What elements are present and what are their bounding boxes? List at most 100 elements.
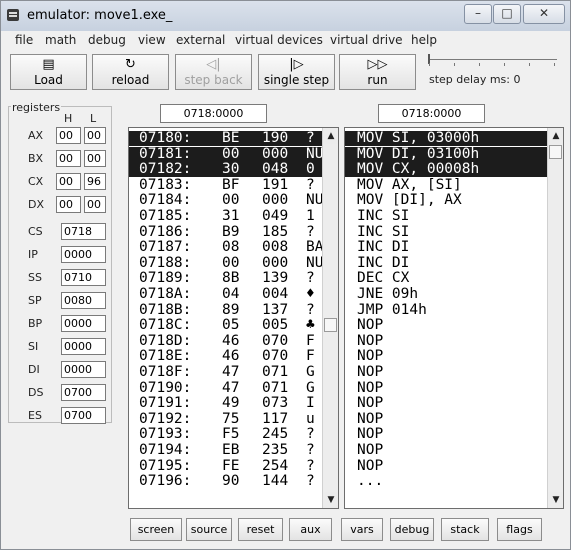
load-button[interactable]: ▤ Load xyxy=(10,54,87,90)
disassembly-row[interactable]: INC SI xyxy=(345,209,547,224)
memory-address-field[interactable]: 0718:0000 xyxy=(160,104,267,123)
disassembly-row[interactable]: NOP xyxy=(345,380,547,396)
disassembly-row[interactable]: MOV DI, 03100h xyxy=(345,146,547,162)
memory-row[interactable]: 0718B: 89 137? xyxy=(129,302,322,318)
register-ch-field[interactable]: 00 xyxy=(56,173,81,190)
step-back-button[interactable]: ◁| step back xyxy=(175,54,252,90)
memory-row[interactable]: 07181: 00 000 NU xyxy=(129,146,323,162)
vars-button[interactable]: vars xyxy=(341,518,383,541)
disassembly-row[interactable]: NOP xyxy=(345,458,547,474)
disassembly-row[interactable]: INC DI xyxy=(345,255,547,271)
disassembly-row[interactable]: MOV AX, [SI] xyxy=(345,177,547,193)
memory-row[interactable]: 07187: 08 008 BA xyxy=(129,240,323,255)
disassembly-row[interactable]: NOP xyxy=(345,349,547,364)
minimize-button[interactable]: – xyxy=(464,4,492,24)
scroll-down-arrow-icon[interactable]: ▼ xyxy=(548,492,563,508)
source-button[interactable]: source xyxy=(186,518,232,541)
menu-virtual-devices[interactable]: virtual devices xyxy=(235,33,323,47)
register-cs-field[interactable]: 0718 xyxy=(61,223,106,240)
disassembly-row[interactable]: NOP xyxy=(345,318,547,333)
reset-button[interactable]: reset xyxy=(238,518,283,541)
aux-button[interactable]: aux xyxy=(289,518,332,541)
scroll-up-arrow-icon[interactable]: ▲ xyxy=(323,128,338,144)
menu-virtual-drive[interactable]: virtual drive xyxy=(330,33,403,47)
register-ds-field[interactable]: 0700 xyxy=(61,384,106,401)
memory-row[interactable]: 0718C: 05 005 ♣ xyxy=(129,318,322,333)
memory-row[interactable]: 07190: 47 071 G xyxy=(129,380,322,396)
flags-button[interactable]: flags xyxy=(497,518,542,541)
disassembly-address-field[interactable]: 0718:0000 xyxy=(378,104,485,123)
memory-row[interactable]: 07188: 00 000 NU xyxy=(129,255,323,271)
disassembly-row[interactable]: MOV [DI], AX xyxy=(345,193,547,208)
register-al-field[interactable]: 00 xyxy=(84,127,106,144)
single-step-button[interactable]: |▷ single step xyxy=(258,54,335,90)
memory-row[interactable]: 0718F: 47 071 G xyxy=(129,365,322,380)
disassembly-row[interactable]: DEC CX xyxy=(345,271,547,286)
memory-row[interactable]: 07185: 31 049 1 xyxy=(129,209,322,224)
disassembly-row[interactable]: JMP 014h xyxy=(345,302,547,318)
register-dh-field[interactable]: 00 xyxy=(56,196,81,213)
memory-row[interactable]: 07193: F5 245? xyxy=(129,427,322,442)
menu-debug[interactable]: debug xyxy=(88,33,126,47)
stack-button[interactable]: stack xyxy=(441,518,489,541)
memory-row[interactable]: 07196: 90 144? xyxy=(129,474,322,489)
menu-file[interactable]: file xyxy=(15,33,33,47)
disassembly-row[interactable]: NOP xyxy=(345,427,547,442)
memory-row[interactable]: 07191: 49 073 I xyxy=(129,396,322,411)
register-sp-field[interactable]: 0080 xyxy=(61,292,106,309)
disassembly-row[interactable]: NOP xyxy=(345,333,547,349)
memory-row[interactable]: 07183: BF 191? xyxy=(129,177,322,193)
memory-row[interactable]: 07186: B9 185? xyxy=(129,224,322,240)
disassembly-row[interactable]: NOP xyxy=(345,411,547,427)
memory-row[interactable]: 0718D: 46 070 F xyxy=(129,333,322,349)
memory-row[interactable]: 07189: 8B 139? xyxy=(129,271,322,286)
screen-button[interactable]: screen xyxy=(130,518,182,541)
register-ss-field[interactable]: 0710 xyxy=(61,269,106,286)
scroll-up-arrow-icon[interactable]: ▲ xyxy=(548,128,563,144)
disassembly-row[interactable]: NOP xyxy=(345,365,547,380)
disassembly-row[interactable]: ... xyxy=(345,474,547,489)
register-bp-field[interactable]: 0000 xyxy=(61,315,106,332)
memory-row[interactable]: 0718E: 46 070 F xyxy=(129,349,322,364)
menu-external[interactable]: external xyxy=(176,33,225,47)
disassembly-row[interactable]: NOP xyxy=(345,443,547,458)
menu-math[interactable]: math xyxy=(45,33,76,47)
memory-scrollbar[interactable]: ▲ ▼ xyxy=(322,128,338,508)
disassembly-row[interactable]: INC SI xyxy=(345,224,547,240)
debug-button[interactable]: debug xyxy=(390,518,434,541)
memory-row[interactable]: 07195: FE 254? xyxy=(129,458,322,474)
run-button[interactable]: ▷▷ run xyxy=(339,54,416,90)
memory-dump-panel[interactable]: 07180: BE 190? 07181: 00 000 NU 07182: 30 048 0 071… xyxy=(128,127,339,509)
disassembly-scrollbar[interactable]: ▲ ▼ xyxy=(547,128,563,508)
memory-row[interactable]: 07184: 00 000 NU xyxy=(129,193,323,208)
register-di-field[interactable]: 0000 xyxy=(61,361,106,378)
maximize-button[interactable]: □ xyxy=(493,4,521,24)
memory-row[interactable]: 07192: 75 117 u xyxy=(129,411,322,427)
memory-row[interactable]: 0718A: 04 004 ♦ xyxy=(129,287,322,302)
reload-button[interactable]: ↻ reload xyxy=(92,54,169,90)
scroll-down-arrow-icon[interactable]: ▼ xyxy=(323,492,338,508)
menu-help[interactable]: help xyxy=(411,33,437,47)
disassembly-panel[interactable]: MOV SI, 03000h MOV DI, 03100h MOV CX, 0000… xyxy=(344,127,564,509)
register-es-field[interactable]: 0700 xyxy=(61,407,106,424)
memory-row[interactable]: 07194: EB 235? xyxy=(129,443,322,458)
scroll-thumb[interactable] xyxy=(324,318,337,332)
step-delay-slider[interactable]: step delay ms: 0 xyxy=(426,51,566,93)
disassembly-row[interactable]: MOV CX, 00008h xyxy=(345,162,547,178)
scroll-thumb[interactable] xyxy=(549,145,562,159)
disassembly-row[interactable]: INC DI xyxy=(345,240,547,255)
register-dl-field[interactable]: 00 xyxy=(84,196,106,213)
memory-row[interactable]: 07180: BE 190? xyxy=(129,131,322,146)
register-si-field[interactable]: 0000 xyxy=(61,338,106,355)
memory-row[interactable]: 07182: 30 048 0 xyxy=(129,162,322,178)
disassembly-row[interactable]: MOV SI, 03000h xyxy=(345,131,547,146)
register-ah-field[interactable]: 00 xyxy=(56,127,81,144)
register-bl-field[interactable]: 00 xyxy=(84,150,106,167)
register-cl-field[interactable]: 96 xyxy=(84,173,106,190)
menu-view[interactable]: view xyxy=(138,33,166,47)
close-button[interactable]: ✕ xyxy=(523,4,565,24)
register-ip-field[interactable]: 0000 xyxy=(61,246,106,263)
register-bh-field[interactable]: 00 xyxy=(56,150,81,167)
disassembly-row[interactable]: JNE 09h xyxy=(345,287,547,302)
disassembly-row[interactable]: NOP xyxy=(345,396,547,411)
